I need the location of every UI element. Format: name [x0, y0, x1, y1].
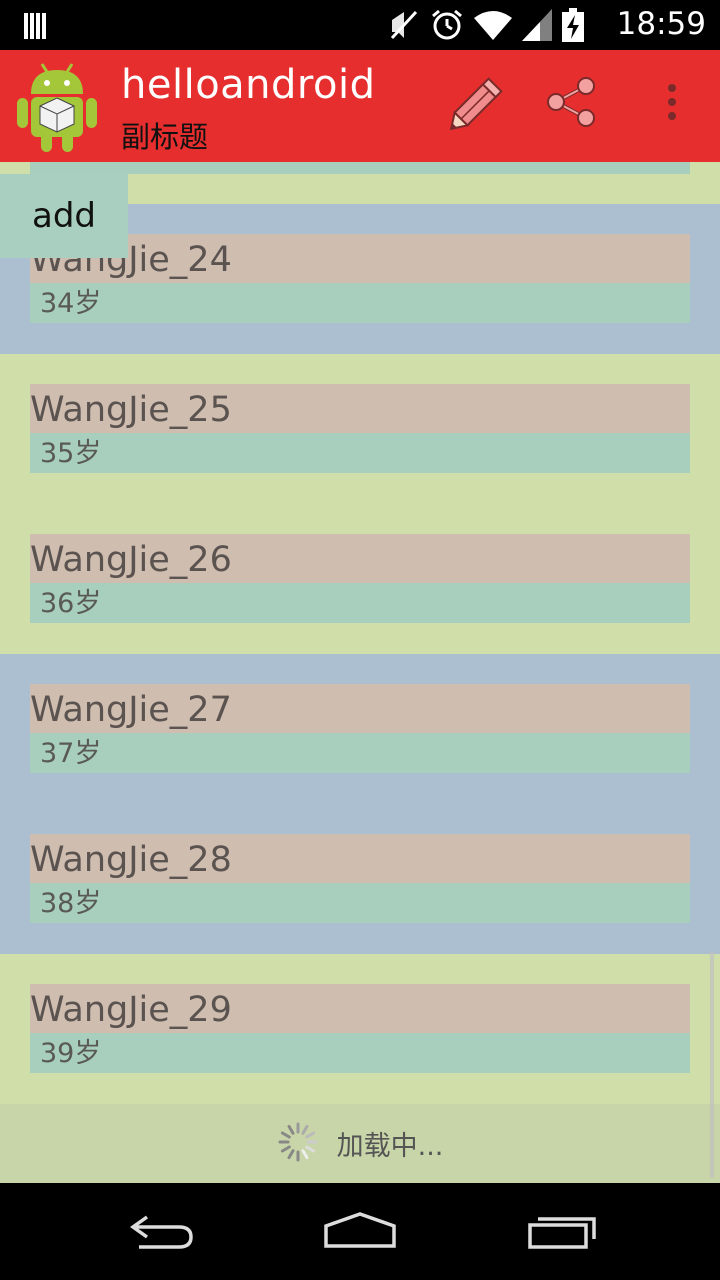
item-age: 39岁 [30, 1033, 690, 1073]
loading-footer: 加载中... [0, 1104, 720, 1183]
app-title: helloandroid [121, 62, 376, 108]
share-icon [546, 76, 598, 132]
loading-spinner-icon [277, 1121, 319, 1167]
item-age: 38岁 [30, 883, 690, 923]
status-bar: 18:59 [0, 0, 720, 50]
list-group: WangJie_25 35岁 WangJie_26 36岁 [0, 354, 720, 654]
item-age: 34岁 [30, 283, 690, 323]
item-age: 35岁 [30, 433, 690, 473]
item-name: WangJie_27 [30, 684, 690, 733]
alarm-icon [430, 8, 464, 46]
overflow-menu-button[interactable] [640, 72, 704, 136]
item-name: WangJie_26 [30, 534, 690, 583]
list-item-age-fragment [30, 162, 690, 174]
edit-button[interactable] [446, 72, 510, 136]
person-list[interactable]: WangJie_24 34岁 WangJie_25 35岁 WangJie_26… [0, 162, 720, 1183]
add-button[interactable]: add [0, 174, 128, 258]
navigation-bar [0, 1183, 720, 1280]
scrollbar[interactable] [710, 952, 714, 1178]
mute-icon [390, 8, 420, 46]
wifi-icon [474, 10, 512, 44]
clock: 18:59 [616, 6, 706, 42]
loading-text: 加载中... [336, 1131, 444, 1162]
list-group: WangJie_27 37岁 WangJie_28 38岁 [0, 654, 720, 954]
list-item[interactable]: WangJie_26 36岁 [30, 534, 690, 623]
edit-icon [449, 74, 507, 134]
list-item[interactable]: WangJie_25 35岁 [30, 384, 690, 473]
android-logo-icon[interactable] [14, 58, 100, 154]
recents-button[interactable] [517, 1205, 607, 1261]
list-item[interactable]: WangJie_29 39岁 [30, 984, 690, 1073]
list-item[interactable]: WangJie_28 38岁 [30, 834, 690, 923]
overflow-menu-icon [666, 82, 678, 126]
signal-icon [522, 9, 552, 45]
item-name: WangJie_24 [30, 234, 690, 283]
list-item[interactable]: WangJie_27 37岁 [30, 684, 690, 773]
battery-charging-icon [562, 8, 584, 46]
item-name: WangJie_25 [30, 384, 690, 433]
back-button[interactable] [115, 1205, 205, 1261]
item-name: WangJie_28 [30, 834, 690, 883]
item-age: 37岁 [30, 733, 690, 773]
back-icon [125, 1211, 195, 1255]
home-icon [322, 1210, 398, 1256]
list-item[interactable]: WangJie_24 34岁 [30, 234, 690, 323]
share-button[interactable] [540, 72, 604, 136]
home-button[interactable] [315, 1205, 405, 1261]
notification-icon [24, 13, 48, 43]
action-bar: helloandroid 副标题 [0, 50, 720, 162]
item-age: 36岁 [30, 583, 690, 623]
item-name: WangJie_29 [30, 984, 690, 1033]
recents-icon [526, 1211, 598, 1255]
app-subtitle: 副标题 [121, 120, 209, 154]
